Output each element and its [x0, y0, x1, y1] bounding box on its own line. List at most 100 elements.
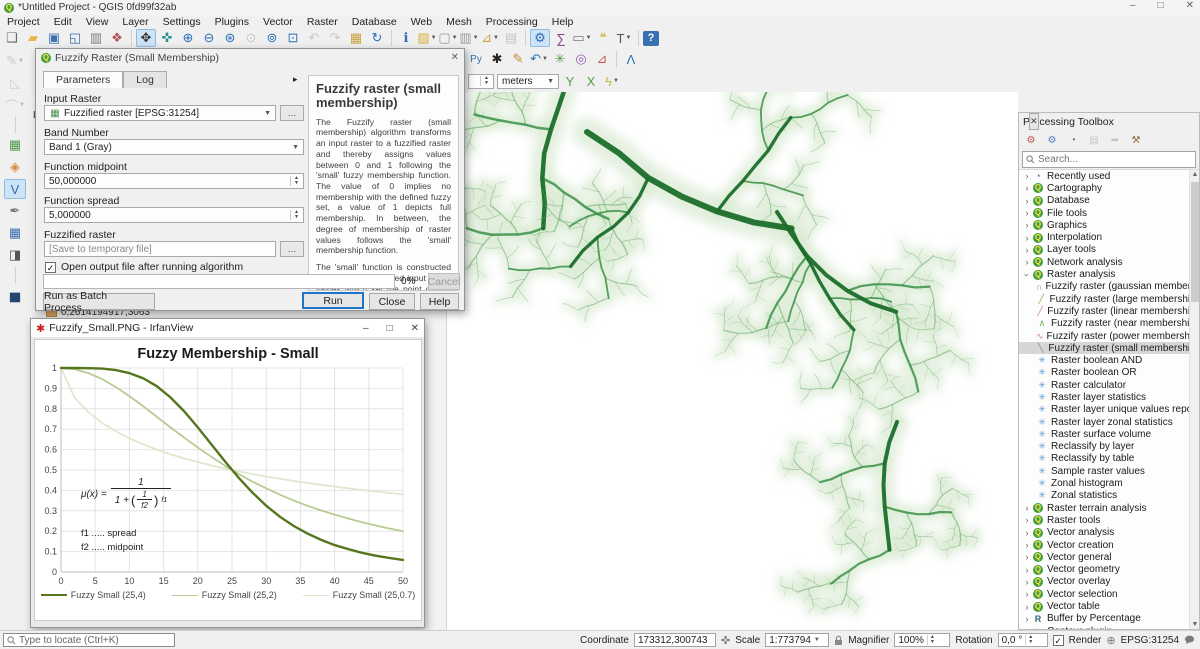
- checkbox-checked-icon[interactable]: ✓: [45, 262, 56, 273]
- tree-item-raster-layer-unique-values-report[interactable]: ✳Raster layer unique values report: [1019, 404, 1199, 416]
- menu-database[interactable]: Database: [345, 16, 404, 28]
- output-file-input[interactable]: [Save to temporary file]: [44, 241, 276, 257]
- chevron-right-icon[interactable]: ›: [1022, 257, 1032, 267]
- debug-icon[interactable]: ✱: [487, 50, 507, 68]
- menu-edit[interactable]: Edit: [47, 16, 79, 28]
- native-algorithms-icon[interactable]: ⚙: [1021, 131, 1041, 149]
- measure-line-icon[interactable]: ▭▼: [572, 29, 592, 47]
- cad-construction-icon[interactable]: X: [581, 72, 601, 90]
- chevron-right-icon[interactable]: ›: [1022, 565, 1032, 575]
- pan-map-icon[interactable]: ✥: [136, 29, 156, 47]
- tree-item-raster-terrain-analysis[interactable]: ›QRaster terrain analysis: [1019, 502, 1199, 514]
- deselect-features-icon[interactable]: ▢▼: [438, 29, 458, 47]
- menu-settings[interactable]: Settings: [156, 16, 208, 28]
- iv-maximize-button[interactable]: □: [387, 323, 393, 334]
- tree-item-database[interactable]: ›QDatabase: [1019, 195, 1199, 207]
- help-icon[interactable]: ?: [643, 31, 659, 46]
- chevron-right-icon[interactable]: ›: [1022, 245, 1032, 255]
- statistical-summary-icon[interactable]: ∑: [551, 29, 571, 47]
- map-canvas[interactable]: [447, 92, 1018, 630]
- menu-web[interactable]: Web: [404, 16, 439, 28]
- tree-item-raster-boolean-or[interactable]: ✳Raster boolean OR: [1019, 367, 1199, 379]
- tree-item-contour-plugin[interactable]: ›≋Contour plugin: [1019, 625, 1199, 629]
- processing-toolbox-icon[interactable]: ⚙: [530, 29, 550, 47]
- map-tips-icon[interactable]: ❝: [593, 29, 613, 47]
- tree-item-interpolation[interactable]: ›QInterpolation: [1019, 231, 1199, 243]
- tree-item-reclassify-by-table[interactable]: ✳Reclassify by table: [1019, 453, 1199, 465]
- chevron-right-icon[interactable]: ›: [1022, 577, 1032, 587]
- menu-help[interactable]: Help: [545, 16, 581, 28]
- tree-item-zonal-statistics[interactable]: ✳Zonal statistics: [1019, 490, 1199, 502]
- toolbox-close-button[interactable]: ✕: [1029, 113, 1039, 130]
- scale-combo[interactable]: 1:773794▼: [765, 633, 829, 647]
- run-button[interactable]: Run: [302, 292, 364, 309]
- new-shapefile-layer-icon[interactable]: ◈: [4, 157, 26, 177]
- zoom-last-icon[interactable]: ↶: [304, 29, 324, 47]
- chevron-down-icon[interactable]: ›: [1022, 270, 1032, 280]
- menu-vector[interactable]: Vector: [256, 16, 300, 28]
- tree-item-fuzzify-raster-power-membership-[interactable]: ∿Fuzzify raster (power membership): [1019, 330, 1199, 342]
- metasearch-icon[interactable]: Λ: [621, 50, 641, 68]
- menu-layer[interactable]: Layer: [115, 16, 155, 28]
- menu-project[interactable]: Project: [0, 16, 47, 28]
- new-spatialite-layer-icon[interactable]: ✒: [4, 201, 26, 221]
- output-browse-button[interactable]: …: [280, 241, 304, 257]
- extents-toggle-icon[interactable]: ✜: [721, 634, 730, 647]
- spread-spinbox[interactable]: 5,000000▲▼: [44, 207, 304, 223]
- tree-item-vector-overlay[interactable]: ›QVector overlay: [1019, 576, 1199, 588]
- measure-icon[interactable]: ⊿▼: [480, 29, 500, 47]
- coordinate-input[interactable]: 173312,300743: [634, 633, 716, 647]
- zoom-next-icon[interactable]: ↷: [325, 29, 345, 47]
- style-manager-icon[interactable]: ❖: [107, 29, 127, 47]
- minimize-button[interactable]: –: [1130, 0, 1136, 11]
- tree-item-network-analysis[interactable]: ›QNetwork analysis: [1019, 256, 1199, 268]
- chevron-right-icon[interactable]: ›: [1022, 196, 1032, 206]
- units-combo[interactable]: meters▼: [497, 74, 559, 89]
- tree-item-recently-used[interactable]: ›◔Recently used: [1019, 170, 1199, 182]
- menu-mesh[interactable]: Mesh: [439, 16, 479, 28]
- open-output-checkbox-row[interactable]: ✓ Open output file after running algorit…: [45, 261, 243, 273]
- tree-item-reclassify-by-layer[interactable]: ✳Reclassify by layer: [1019, 441, 1199, 453]
- open-project-icon[interactable]: ▰: [23, 29, 43, 47]
- chevron-right-icon[interactable]: ›: [1022, 552, 1032, 562]
- node-tool-icon[interactable]: ⌒▼: [4, 95, 26, 115]
- chevron-right-icon[interactable]: ›: [1022, 503, 1032, 513]
- iv-minimize-button[interactable]: –: [363, 323, 369, 334]
- new-project-icon[interactable]: ❏: [2, 29, 22, 47]
- select-features-icon[interactable]: ▧▼: [417, 29, 437, 47]
- zoom-to-layer-icon[interactable]: ⊚: [262, 29, 282, 47]
- new-virtual-layer-2-icon[interactable]: ◨: [4, 245, 26, 265]
- run-as-batch-button[interactable]: Run as Batch Process...: [43, 293, 155, 310]
- lock-icon[interactable]: [834, 635, 843, 646]
- dialog-title-bar[interactable]: Q Fuzzify Raster (Small Membership) ✕: [36, 49, 464, 66]
- tree-item-raster-surface-volume[interactable]: ✳Raster surface volume: [1019, 428, 1199, 440]
- zoom-native-icon[interactable]: ⊡: [283, 29, 303, 47]
- snapping-icon[interactable]: ϟ▼: [602, 72, 622, 90]
- zoom-in-icon[interactable]: ⊕: [178, 29, 198, 47]
- chevron-right-icon[interactable]: ›: [1022, 171, 1032, 181]
- tab-parameters[interactable]: Parameters: [43, 71, 123, 88]
- tree-item-layer-tools[interactable]: ›QLayer tools: [1019, 244, 1199, 256]
- tree-item-cartography[interactable]: ›QCartography: [1019, 182, 1199, 194]
- tree-item-fuzzify-raster-linear-membership-[interactable]: ╱Fuzzify raster (linear membership): [1019, 305, 1199, 317]
- python-console-icon[interactable]: Py: [466, 50, 486, 68]
- menu-view[interactable]: View: [79, 16, 116, 28]
- annotation-pencil-icon[interactable]: ✎▼: [4, 51, 26, 71]
- open-model-icon[interactable]: ▤: [1084, 131, 1104, 149]
- menu-plugins[interactable]: Plugins: [208, 16, 256, 28]
- chevron-right-icon[interactable]: ›: [1022, 614, 1032, 624]
- tree-item-fuzzify-raster-near-membership-[interactable]: ∧Fuzzify raster (near membership): [1019, 318, 1199, 330]
- tree-item-fuzzify-raster-gaussian-membership-[interactable]: ∩Fuzzify raster (gaussian membership): [1019, 281, 1199, 293]
- text-annotation-icon[interactable]: T▼: [614, 29, 634, 47]
- band-number-combo[interactable]: Band 1 (Gray)▼: [44, 139, 304, 155]
- new-map-view-icon[interactable]: ▦: [346, 29, 366, 47]
- options-icon[interactable]: ⚒: [1126, 131, 1146, 149]
- plugin-manager-icon[interactable]: ✳: [550, 50, 570, 68]
- crs-globe-icon[interactable]: ⊕: [1106, 634, 1115, 647]
- tree-item-raster-calculator[interactable]: ✳Raster calculator: [1019, 379, 1199, 391]
- new-geopackage-layer-icon[interactable]: ▦: [4, 135, 26, 155]
- close-button[interactable]: ✕: [1186, 0, 1194, 11]
- db-manager-icon[interactable]: ▅: [4, 285, 26, 305]
- chevron-right-icon[interactable]: ›: [1022, 208, 1032, 218]
- save-model-icon[interactable]: ➦: [1105, 131, 1125, 149]
